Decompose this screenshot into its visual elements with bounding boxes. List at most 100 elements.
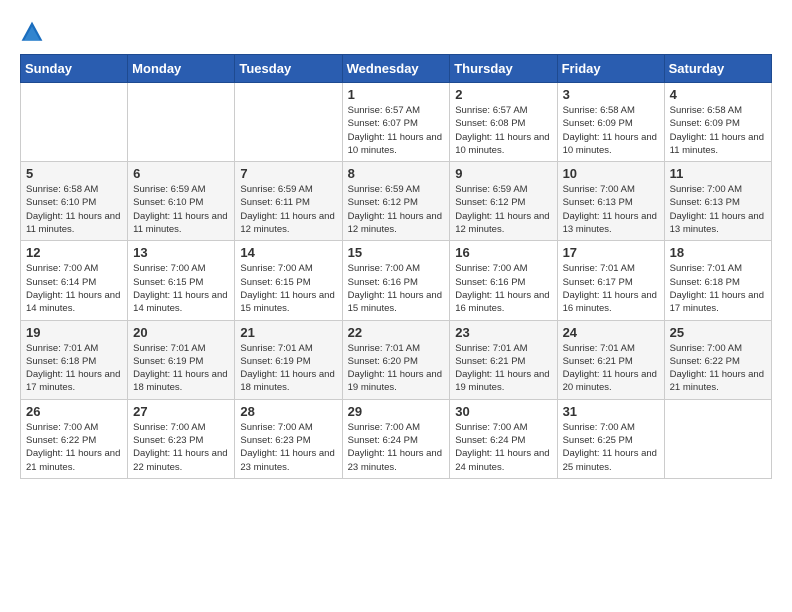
- day-number: 26: [26, 404, 122, 419]
- calendar-cell: 17 Sunrise: 7:01 AM Sunset: 6:17 PM Dayli…: [557, 241, 664, 320]
- day-number: 10: [563, 166, 659, 181]
- calendar-cell: 19 Sunrise: 7:01 AM Sunset: 6:18 PM Dayli…: [21, 320, 128, 399]
- calendar-cell: 16 Sunrise: 7:00 AM Sunset: 6:16 PM Dayli…: [450, 241, 557, 320]
- logo-icon: [20, 20, 44, 44]
- day-number: 13: [133, 245, 229, 260]
- cell-info: Sunrise: 7:01 AM Sunset: 6:19 PM Dayligh…: [240, 342, 336, 395]
- cell-info: Sunrise: 7:00 AM Sunset: 6:23 PM Dayligh…: [133, 421, 229, 474]
- cell-info: Sunrise: 7:01 AM Sunset: 6:20 PM Dayligh…: [348, 342, 445, 395]
- cell-info: Sunrise: 6:59 AM Sunset: 6:10 PM Dayligh…: [133, 183, 229, 236]
- calendar-cell: 30 Sunrise: 7:00 AM Sunset: 6:24 PM Dayli…: [450, 399, 557, 478]
- cell-info: Sunrise: 7:00 AM Sunset: 6:13 PM Dayligh…: [670, 183, 766, 236]
- calendar-day-header: Wednesday: [342, 55, 450, 83]
- day-number: 11: [670, 166, 766, 181]
- cell-info: Sunrise: 6:59 AM Sunset: 6:11 PM Dayligh…: [240, 183, 336, 236]
- day-number: 23: [455, 325, 551, 340]
- cell-info: Sunrise: 6:57 AM Sunset: 6:07 PM Dayligh…: [348, 104, 445, 157]
- logo: [20, 20, 48, 44]
- calendar-cell: 27 Sunrise: 7:00 AM Sunset: 6:23 PM Dayli…: [128, 399, 235, 478]
- calendar-cell: 22 Sunrise: 7:01 AM Sunset: 6:20 PM Dayli…: [342, 320, 450, 399]
- calendar-cell: 7 Sunrise: 6:59 AM Sunset: 6:11 PM Daylig…: [235, 162, 342, 241]
- calendar-cell: 2 Sunrise: 6:57 AM Sunset: 6:08 PM Daylig…: [450, 83, 557, 162]
- cell-info: Sunrise: 7:00 AM Sunset: 6:22 PM Dayligh…: [670, 342, 766, 395]
- calendar-cell: 28 Sunrise: 7:00 AM Sunset: 6:23 PM Dayli…: [235, 399, 342, 478]
- calendar-cell: 1Sunrise: 6:57 AM Sunset: 6:07 PM Daylig…: [342, 83, 450, 162]
- calendar-cell: 20Sunrise: 7:01 AM Sunset: 6:19 PM Dayli…: [128, 320, 235, 399]
- calendar-cell: 31 Sunrise: 7:00 AM Sunset: 6:25 PM Dayli…: [557, 399, 664, 478]
- calendar-cell: 8Sunrise: 6:59 AM Sunset: 6:12 PM Daylig…: [342, 162, 450, 241]
- day-number: 29: [348, 404, 445, 419]
- day-number: 17: [563, 245, 659, 260]
- cell-info: Sunrise: 7:00 AM Sunset: 6:16 PM Dayligh…: [348, 262, 445, 315]
- day-number: 2: [455, 87, 551, 102]
- cell-info: Sunrise: 6:59 AM Sunset: 6:12 PM Dayligh…: [455, 183, 551, 236]
- cell-info: Sunrise: 6:59 AM Sunset: 6:12 PM Dayligh…: [348, 183, 445, 236]
- calendar-cell: 10 Sunrise: 7:00 AM Sunset: 6:13 PM Dayli…: [557, 162, 664, 241]
- calendar-header-row: SundayMondayTuesdayWednesdayThursdayFrid…: [21, 55, 772, 83]
- calendar-cell: 15 Sunrise: 7:00 AM Sunset: 6:16 PM Dayli…: [342, 241, 450, 320]
- cell-info: Sunrise: 7:00 AM Sunset: 6:15 PM Dayligh…: [133, 262, 229, 315]
- day-number: 6: [133, 166, 229, 181]
- calendar-cell: [235, 83, 342, 162]
- cell-info: Sunrise: 7:00 AM Sunset: 6:13 PM Dayligh…: [563, 183, 659, 236]
- cell-info: Sunrise: 7:00 AM Sunset: 6:14 PM Dayligh…: [26, 262, 122, 315]
- calendar-week-row: 12 Sunrise: 7:00 AM Sunset: 6:14 PM Dayli…: [21, 241, 772, 320]
- calendar-table: SundayMondayTuesdayWednesdayThursdayFrid…: [20, 54, 772, 479]
- cell-info: Sunrise: 7:01 AM Sunset: 6:18 PM Dayligh…: [26, 342, 122, 395]
- cell-info: Sunrise: 6:57 AM Sunset: 6:08 PM Dayligh…: [455, 104, 551, 157]
- calendar-cell: 12 Sunrise: 7:00 AM Sunset: 6:14 PM Dayli…: [21, 241, 128, 320]
- day-number: 25: [670, 325, 766, 340]
- cell-info: Sunrise: 6:58 AM Sunset: 6:10 PM Dayligh…: [26, 183, 122, 236]
- cell-info: Sunrise: 7:01 AM Sunset: 6:21 PM Dayligh…: [563, 342, 659, 395]
- day-number: 12: [26, 245, 122, 260]
- calendar-cell: 24 Sunrise: 7:01 AM Sunset: 6:21 PM Dayli…: [557, 320, 664, 399]
- calendar-day-header: Friday: [557, 55, 664, 83]
- calendar-day-header: Thursday: [450, 55, 557, 83]
- calendar-week-row: 5 Sunrise: 6:58 AM Sunset: 6:10 PM Daylig…: [21, 162, 772, 241]
- calendar-cell: [664, 399, 771, 478]
- calendar-cell: [128, 83, 235, 162]
- day-number: 15: [348, 245, 445, 260]
- cell-info: Sunrise: 7:00 AM Sunset: 6:15 PM Dayligh…: [240, 262, 336, 315]
- day-number: 22: [348, 325, 445, 340]
- day-number: 7: [240, 166, 336, 181]
- cell-info: Sunrise: 7:00 AM Sunset: 6:24 PM Dayligh…: [455, 421, 551, 474]
- day-number: 18: [670, 245, 766, 260]
- day-number: 4: [670, 87, 766, 102]
- day-number: 24: [563, 325, 659, 340]
- cell-info: Sunrise: 7:01 AM Sunset: 6:21 PM Dayligh…: [455, 342, 551, 395]
- cell-info: Sunrise: 6:58 AM Sunset: 6:09 PM Dayligh…: [563, 104, 659, 157]
- cell-info: Sunrise: 7:01 AM Sunset: 6:18 PM Dayligh…: [670, 262, 766, 315]
- day-number: 27: [133, 404, 229, 419]
- calendar-cell: 26Sunrise: 7:00 AM Sunset: 6:22 PM Dayli…: [21, 399, 128, 478]
- day-number: 21: [240, 325, 336, 340]
- calendar-cell: 5 Sunrise: 6:58 AM Sunset: 6:10 PM Daylig…: [21, 162, 128, 241]
- calendar-cell: 14 Sunrise: 7:00 AM Sunset: 6:15 PM Dayli…: [235, 241, 342, 320]
- cell-info: Sunrise: 7:00 AM Sunset: 6:25 PM Dayligh…: [563, 421, 659, 474]
- cell-info: Sunrise: 7:00 AM Sunset: 6:23 PM Dayligh…: [240, 421, 336, 474]
- cell-info: Sunrise: 7:01 AM Sunset: 6:19 PM Dayligh…: [133, 342, 229, 395]
- calendar-cell: 21 Sunrise: 7:01 AM Sunset: 6:19 PM Dayli…: [235, 320, 342, 399]
- calendar-day-header: Sunday: [21, 55, 128, 83]
- calendar-cell: 18 Sunrise: 7:01 AM Sunset: 6:18 PM Dayli…: [664, 241, 771, 320]
- day-number: 28: [240, 404, 336, 419]
- cell-info: Sunrise: 7:00 AM Sunset: 6:16 PM Dayligh…: [455, 262, 551, 315]
- day-number: 30: [455, 404, 551, 419]
- cell-info: Sunrise: 7:01 AM Sunset: 6:17 PM Dayligh…: [563, 262, 659, 315]
- calendar-week-row: 26Sunrise: 7:00 AM Sunset: 6:22 PM Dayli…: [21, 399, 772, 478]
- calendar-cell: 25 Sunrise: 7:00 AM Sunset: 6:22 PM Dayli…: [664, 320, 771, 399]
- calendar-cell: 6 Sunrise: 6:59 AM Sunset: 6:10 PM Daylig…: [128, 162, 235, 241]
- calendar-day-header: Monday: [128, 55, 235, 83]
- calendar-cell: 13 Sunrise: 7:00 AM Sunset: 6:15 PM Dayli…: [128, 241, 235, 320]
- day-number: 31: [563, 404, 659, 419]
- calendar-cell: 29Sunrise: 7:00 AM Sunset: 6:24 PM Dayli…: [342, 399, 450, 478]
- day-number: 14: [240, 245, 336, 260]
- calendar-day-header: Tuesday: [235, 55, 342, 83]
- calendar-cell: 11 Sunrise: 7:00 AM Sunset: 6:13 PM Dayli…: [664, 162, 771, 241]
- cell-info: Sunrise: 6:58 AM Sunset: 6:09 PM Dayligh…: [670, 104, 766, 157]
- day-number: 19: [26, 325, 122, 340]
- calendar-cell: [21, 83, 128, 162]
- day-number: 16: [455, 245, 551, 260]
- calendar-cell: 23 Sunrise: 7:01 AM Sunset: 6:21 PM Dayli…: [450, 320, 557, 399]
- day-number: 5: [26, 166, 122, 181]
